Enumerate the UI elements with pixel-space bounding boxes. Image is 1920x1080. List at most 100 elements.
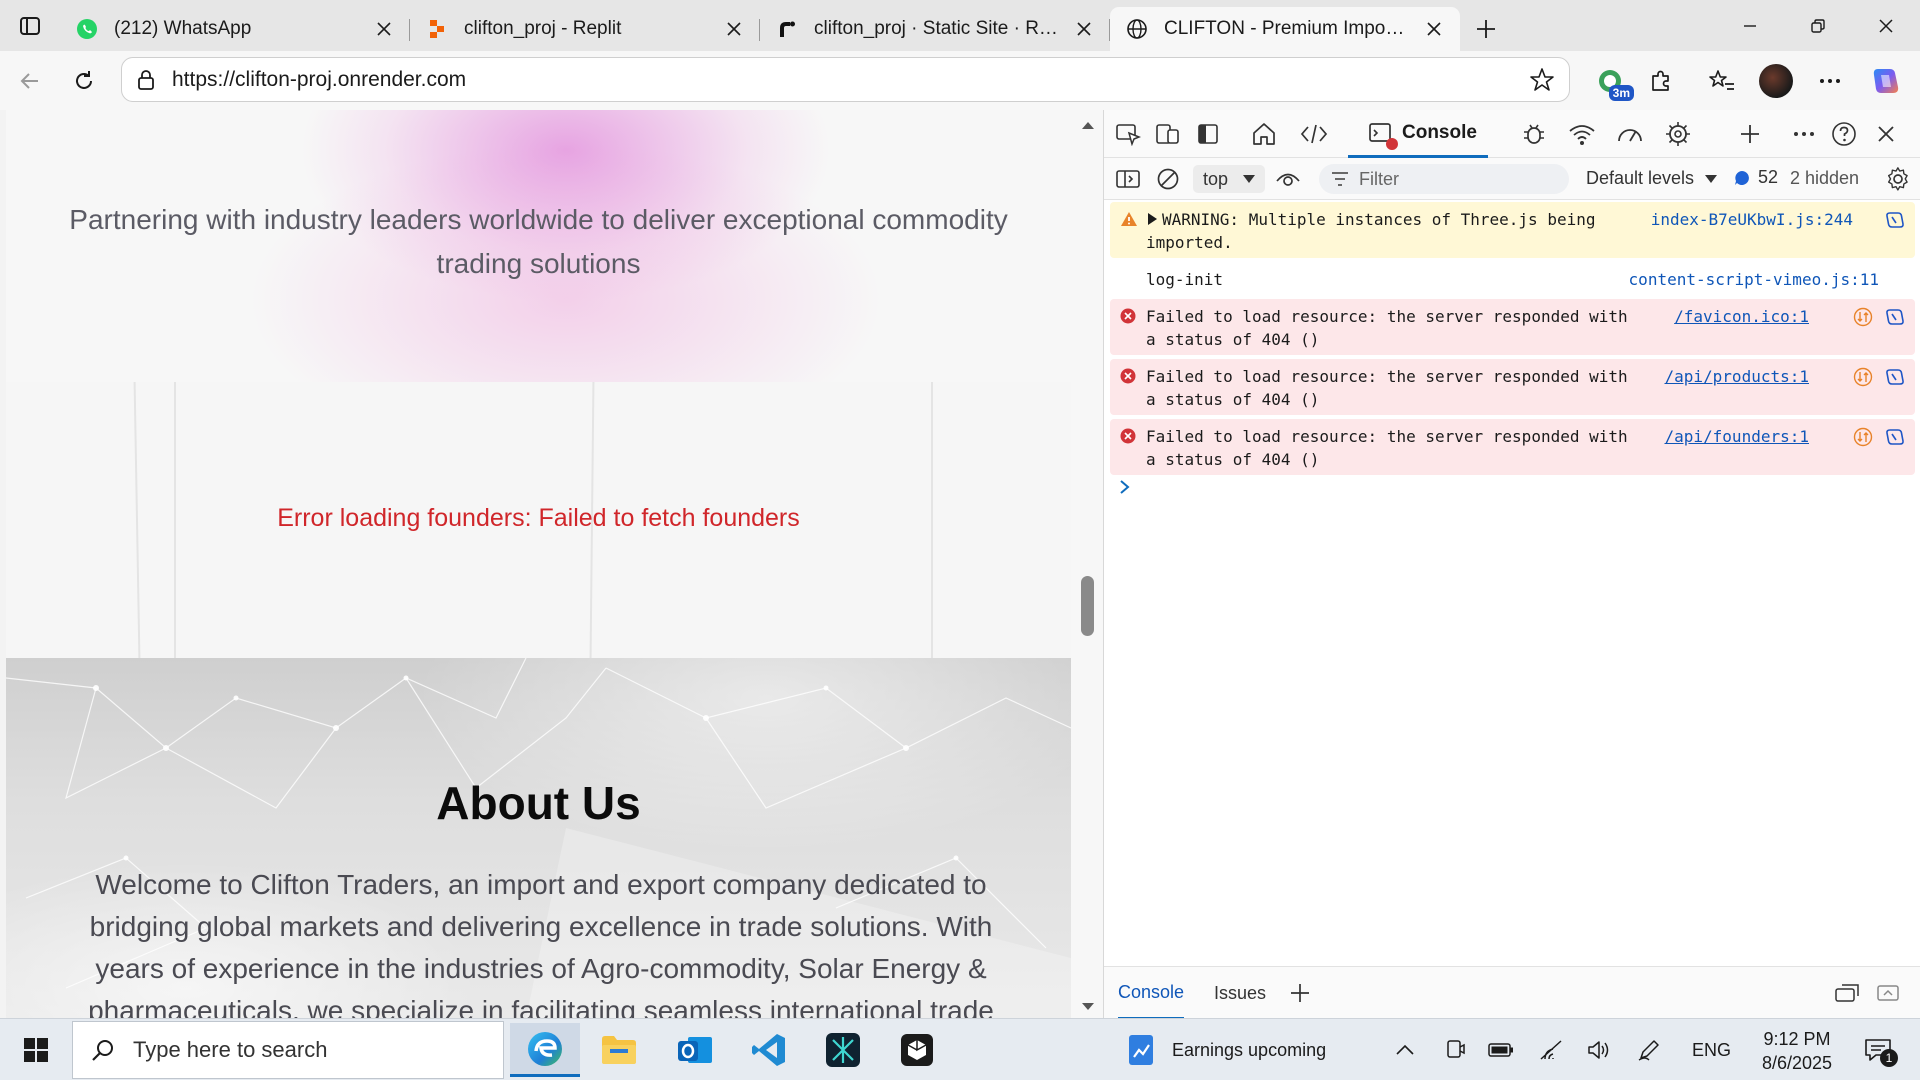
close-icon[interactable] (722, 17, 746, 41)
tab-actions-button[interactable] (0, 0, 60, 51)
tab-whatsapp[interactable]: (212) WhatsApp (60, 7, 410, 51)
show-hidden-icons-button[interactable] (1390, 1019, 1420, 1080)
devtools-more-button[interactable] (1786, 118, 1822, 150)
clear-console-icon (1157, 168, 1179, 190)
page-scrollbar[interactable] (1071, 110, 1103, 1018)
copilot-button[interactable] (1868, 63, 1904, 99)
taskbar-clock[interactable]: 9:12 PM 8/6/2025 (1752, 1027, 1842, 1075)
console-settings-button[interactable] (1880, 163, 1916, 195)
console-log-row[interactable]: log-init content-script-vimeo.js:11 (1110, 262, 1915, 295)
drawer-tab-console[interactable]: Console (1118, 967, 1185, 1019)
console-tab[interactable]: Console (1348, 110, 1488, 158)
scroll-up-arrow-icon[interactable] (1081, 120, 1095, 130)
taskbar-app-vscode[interactable] (734, 1023, 804, 1077)
start-button[interactable] (14, 1019, 58, 1080)
live-expression-button[interactable] (1270, 163, 1306, 195)
profile-button[interactable] (1758, 63, 1794, 99)
new-tab-button[interactable] (1460, 7, 1512, 51)
elements-tab[interactable] (1296, 118, 1332, 150)
battery-status[interactable] (1484, 1019, 1518, 1080)
console-source-link[interactable]: content-script-vimeo.js:11 (1629, 268, 1879, 291)
more-menu-button[interactable] (1812, 63, 1848, 99)
address-bar[interactable]: https://clifton-proj.onrender.com (121, 57, 1570, 102)
input-language[interactable]: ENG (1692, 1019, 1731, 1080)
welcome-tab[interactable] (1246, 118, 1282, 150)
taskbar-app-file-explorer[interactable] (584, 1023, 654, 1077)
console-filter-input[interactable]: Filter (1319, 164, 1569, 194)
copilot-explain-icon[interactable] (1885, 307, 1905, 327)
tab-replit[interactable]: clifton_proj - Replit (410, 7, 760, 51)
refresh-button[interactable] (64, 61, 104, 101)
document-chart-icon (1129, 1035, 1153, 1065)
tab-render[interactable]: clifton_proj · Static Site · Render (760, 7, 1110, 51)
drawer-undock-button[interactable] (1834, 967, 1860, 1019)
add-tool-button[interactable] (1732, 118, 1768, 150)
taskbar-app-edge[interactable] (510, 1023, 580, 1077)
scroll-down-arrow-icon[interactable] (1081, 1002, 1095, 1012)
url-text[interactable]: https://clifton-proj.onrender.com (172, 68, 466, 92)
close-icon[interactable] (372, 17, 396, 41)
minimize-button[interactable] (1716, 0, 1784, 51)
dock-side-button[interactable] (1190, 118, 1226, 150)
network-status[interactable] (1534, 1019, 1568, 1080)
copilot-explain-button[interactable] (1885, 210, 1905, 230)
console-error-row[interactable]: Failed to load resource: the server resp… (1110, 419, 1915, 475)
volume-control[interactable] (1582, 1019, 1616, 1080)
back-button[interactable] (10, 61, 50, 101)
message-count[interactable]: 52 (1734, 167, 1778, 188)
log-levels-dropdown[interactable]: Default levels (1586, 168, 1718, 189)
console-input-prompt[interactable] (1118, 475, 1132, 501)
favorites-button[interactable] (1704, 63, 1740, 99)
drawer-add-tab-button[interactable] (1290, 967, 1310, 1019)
drawer-collapse-button[interactable] (1876, 967, 1900, 1019)
performance-tab[interactable] (1612, 118, 1648, 150)
help-button[interactable] (1826, 118, 1862, 150)
network-tab[interactable] (1564, 118, 1600, 150)
console-warning-row[interactable]: WARNING: Multiple instances of Three.js … (1110, 202, 1915, 258)
console-source-link[interactable]: /favicon.ico:1 (1674, 305, 1809, 328)
console-error-row[interactable]: Failed to load resource: the server resp… (1110, 359, 1915, 415)
drawer-tab-issues[interactable]: Issues (1214, 967, 1266, 1019)
memory-tab[interactable] (1660, 118, 1696, 150)
device-emulation-button[interactable] (1150, 118, 1186, 150)
expand-triangle-icon[interactable] (1146, 212, 1158, 226)
taskbar-search-input[interactable]: Type here to search (72, 1021, 504, 1079)
show-sidebar-button[interactable] (1110, 163, 1146, 195)
network-request-icon[interactable] (1853, 367, 1873, 387)
close-icon[interactable] (1422, 17, 1446, 41)
pen-menu-button[interactable] (1632, 1019, 1666, 1080)
console-source-link[interactable]: /api/founders:1 (1665, 425, 1810, 448)
close-window-button[interactable] (1852, 0, 1920, 51)
taskbar-app-roblox[interactable] (882, 1023, 952, 1077)
context-selector[interactable]: top (1193, 165, 1265, 193)
bug-icon (1524, 124, 1544, 144)
close-icon[interactable] (1072, 17, 1096, 41)
clear-console-button[interactable] (1150, 163, 1186, 195)
favorite-star-icon[interactable] (1529, 67, 1555, 98)
console-error-row[interactable]: Failed to load resource: the server resp… (1110, 299, 1915, 355)
sources-tab[interactable] (1516, 118, 1552, 150)
language-label: ENG (1692, 1039, 1732, 1060)
outlook-icon (678, 1037, 712, 1063)
lock-icon[interactable] (136, 69, 156, 91)
taskbar-app-outlook[interactable] (660, 1023, 730, 1077)
message-bubble-icon (1735, 170, 1749, 185)
inspect-element-button[interactable] (1110, 118, 1146, 150)
news-widget[interactable]: Earnings upcoming (1126, 1019, 1326, 1080)
meet-now-button[interactable] (1440, 1019, 1470, 1080)
network-request-icon[interactable] (1853, 307, 1873, 327)
console-source-link[interactable]: index-B7eUKbwI.js:244 (1651, 208, 1853, 231)
taskbar-app-cursor[interactable] (808, 1023, 878, 1077)
tab-clifton[interactable]: CLIFTON - Premium Import Expor (1110, 7, 1460, 51)
console-source-link[interactable]: /api/products:1 (1665, 365, 1810, 388)
extension-button[interactable]: 3m (1592, 63, 1634, 101)
tab-strip: (212) WhatsApp clifton_proj - Replit cli… (0, 0, 1920, 51)
network-request-icon[interactable] (1853, 427, 1873, 447)
close-devtools-button[interactable] (1868, 118, 1904, 150)
notification-center-button[interactable]: 1 (1856, 1019, 1900, 1080)
scrollbar-thumb[interactable] (1081, 576, 1094, 636)
extensions-button[interactable] (1643, 63, 1679, 99)
restore-button[interactable] (1784, 0, 1852, 51)
copilot-explain-icon[interactable] (1885, 427, 1905, 447)
copilot-explain-icon[interactable] (1885, 367, 1905, 387)
